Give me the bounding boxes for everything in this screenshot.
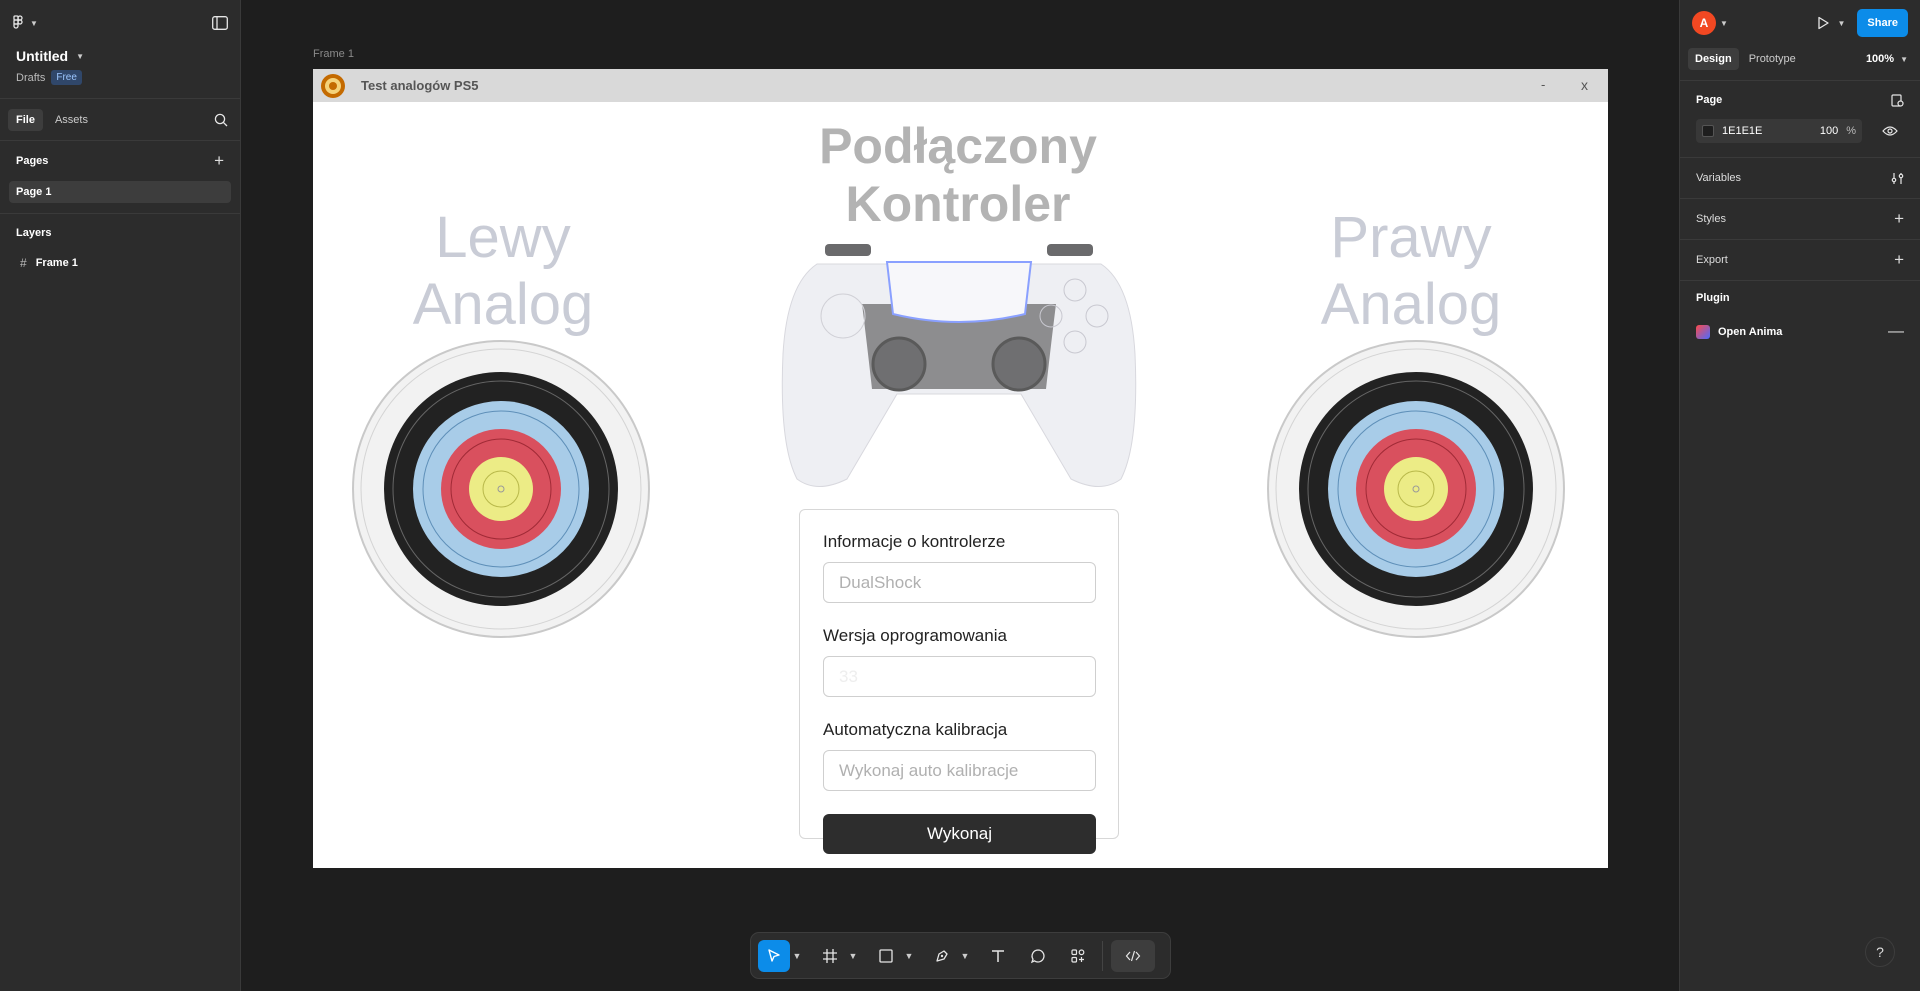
left-panel: ▼ Untitled ▼ Drafts Free File Assets Pag… [0, 0, 241, 991]
variables-heading: Variables [1696, 172, 1742, 184]
chevron-down-icon[interactable]: ▼ [1720, 19, 1728, 28]
chevron-down-icon: ▼ [1900, 54, 1908, 64]
chevron-down-icon[interactable]: ▼ [902, 951, 916, 961]
cursor-icon [768, 948, 780, 962]
frame-tool-button[interactable] [814, 940, 846, 972]
calibration-label: Automatyczna kalibracja [823, 720, 1008, 739]
plugin-item-label: Open Anima [1718, 326, 1783, 338]
chevron-down-icon[interactable]: ▼ [958, 951, 972, 961]
layer-item-frame[interactable]: # Frame 1 [0, 252, 240, 274]
layer-item-label: Frame 1 [35, 257, 78, 269]
right-analog-target[interactable] [1266, 339, 1566, 639]
percent-sign: % [1846, 125, 1856, 137]
chevron-down-icon: ▼ [30, 18, 38, 28]
app-frame[interactable]: Test analogów PS5 - x Podłączony Kontrol… [313, 69, 1608, 868]
app-titlebar: Test analogów PS5 - x [313, 69, 1608, 102]
firmware-field[interactable]: 33 [823, 656, 1096, 697]
center-heading-line2: Kontroler [845, 175, 1071, 232]
present-play-icon[interactable] [1816, 16, 1830, 30]
text-icon [992, 949, 1004, 962]
info-label: Informacje o kontrolerze [823, 532, 1006, 551]
zoom-dropdown[interactable]: 100% ▼ [1866, 53, 1908, 65]
info-field[interactable]: DualShock [823, 562, 1096, 603]
chevron-down-icon[interactable]: ▼ [76, 52, 84, 61]
eye-icon[interactable] [1882, 125, 1898, 137]
app-title: Test analogów PS5 [361, 78, 479, 93]
frame-label[interactable]: Frame 1 [313, 48, 354, 60]
page-section-heading: Page [1696, 94, 1723, 106]
tab-prototype[interactable]: Prototype [1745, 48, 1800, 70]
comment-tool-button[interactable] [1022, 940, 1054, 972]
left-analog-target[interactable] [351, 339, 651, 639]
frame-icon: # [20, 256, 27, 270]
comment-icon [1030, 948, 1045, 963]
resources-icon [1071, 948, 1085, 963]
pen-tool-button[interactable] [926, 940, 958, 972]
remove-plugin-minus-icon[interactable]: — [1888, 323, 1904, 341]
center-heading-line1: Podłączony [819, 118, 1097, 174]
file-location[interactable]: Drafts [16, 72, 45, 84]
calibration-field[interactable]: Wykonaj auto kalibracje [823, 750, 1096, 791]
pages-heading: Pages [16, 155, 49, 167]
add-export-plus-icon[interactable]: + [1894, 250, 1904, 270]
styles-heading: Styles [1696, 213, 1726, 225]
plan-badge: Free [51, 70, 82, 85]
left-heading-line1: Lewy [435, 205, 571, 270]
plugin-heading: Plugin [1696, 292, 1730, 304]
frame-icon [823, 948, 837, 963]
layers-heading: Layers [16, 227, 52, 239]
page-list-item[interactable]: Page 1 [9, 181, 231, 203]
open-anima-logo-icon [1696, 325, 1710, 339]
file-title[interactable]: Untitled [16, 48, 68, 64]
tab-assets[interactable]: Assets [49, 109, 94, 131]
controller-info-card: Informacje o kontrolerze DualShock Wersj… [799, 509, 1119, 854]
dev-mode-toggle[interactable] [1111, 939, 1155, 972]
help-button[interactable]: ? [1865, 937, 1895, 967]
bottom-toolbar: ▼ ▼ ▼ ▼ [750, 932, 1171, 979]
right-heading-line2: Analog [1320, 271, 1502, 337]
rectangle-tool-button[interactable] [870, 940, 902, 972]
left-heading-line2: Analog [412, 271, 594, 337]
page-style-icon[interactable] [1891, 93, 1904, 107]
page-color-hex[interactable]: 1E1E1E [1722, 125, 1812, 137]
tab-design[interactable]: Design [1688, 48, 1739, 70]
resources-tool-button[interactable] [1062, 940, 1094, 972]
variables-settings-icon[interactable] [1891, 172, 1904, 185]
chevron-down-icon[interactable]: ▼ [1838, 19, 1846, 28]
page-item-label: Page 1 [16, 186, 52, 198]
page-color-field[interactable]: 1E1E1E 100 % [1696, 119, 1862, 143]
share-button[interactable]: Share [1857, 9, 1908, 37]
main-menu-button[interactable]: ▼ [12, 15, 38, 31]
right-panel: A ▼ ▼ Share Design Prototype 100% ▼ Page [1679, 0, 1920, 991]
minimize-button[interactable]: - [1541, 77, 1545, 92]
sidebar-toggle-icon[interactable] [212, 16, 228, 30]
add-style-plus-icon[interactable]: + [1894, 209, 1904, 229]
execute-button[interactable]: Wykonaj [823, 814, 1096, 854]
firmware-label: Wersja oprogramowania [823, 626, 1007, 645]
add-page-plus-icon[interactable]: + [214, 151, 224, 171]
avatar[interactable]: A [1692, 11, 1716, 35]
search-icon[interactable] [214, 113, 228, 127]
page-opacity[interactable]: 100 [1820, 125, 1838, 137]
color-swatch[interactable] [1702, 125, 1714, 137]
rectangle-icon [879, 948, 893, 963]
tab-file[interactable]: File [8, 108, 43, 131]
controller-image [781, 244, 1137, 487]
plugin-item[interactable]: Open Anima — [1680, 315, 1920, 349]
move-tool-button[interactable] [758, 939, 790, 972]
figma-logo-icon [12, 15, 26, 31]
export-heading: Export [1696, 254, 1728, 266]
zoom-value: 100% [1865, 53, 1895, 65]
text-tool-button[interactable] [982, 940, 1014, 972]
code-icon [1125, 950, 1141, 961]
app-logo-icon [321, 73, 345, 98]
pen-icon [936, 949, 948, 962]
right-heading-line1: Prawy [1330, 205, 1492, 270]
close-button[interactable]: x [1581, 77, 1588, 93]
chevron-down-icon[interactable]: ▼ [790, 951, 804, 961]
chevron-down-icon[interactable]: ▼ [846, 951, 860, 961]
